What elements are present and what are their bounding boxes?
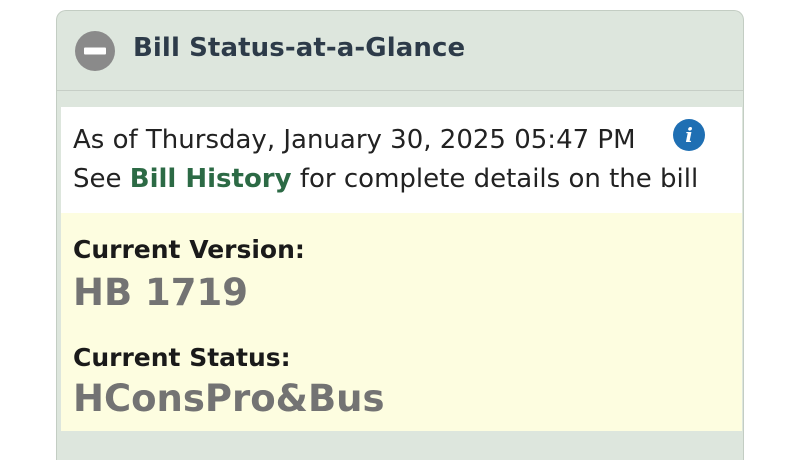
current-status-value: HConsPro&Bus: [73, 377, 385, 420]
current-status-label: Current Status:: [73, 343, 291, 372]
see-suffix: for complete details on the bill: [291, 164, 699, 194]
bill-history-link[interactable]: Bill History: [130, 164, 292, 194]
svg-text:i: i: [685, 123, 693, 147]
status-box: Current Version: HB 1719 Current Status:…: [61, 213, 742, 431]
panel-header[interactable]: Bill Status-at-a-Glance: [57, 11, 743, 91]
panel-title: Bill Status-at-a-Glance: [133, 33, 466, 63]
bill-status-panel: Bill Status-at-a-Glance As of Thursday, …: [56, 10, 744, 460]
see-prefix: See: [73, 164, 130, 194]
info-circle-icon[interactable]: i: [673, 119, 705, 151]
bill-history-line: See Bill History for complete details on…: [73, 164, 698, 194]
as-of-text: As of Thursday, January 30, 2025 05:47 P…: [73, 125, 636, 155]
minus-circle-icon[interactable]: [75, 31, 115, 71]
current-version-label: Current Version:: [73, 235, 305, 264]
as-of-box: As of Thursday, January 30, 2025 05:47 P…: [61, 107, 742, 213]
current-version-value: HB 1719: [73, 271, 249, 314]
